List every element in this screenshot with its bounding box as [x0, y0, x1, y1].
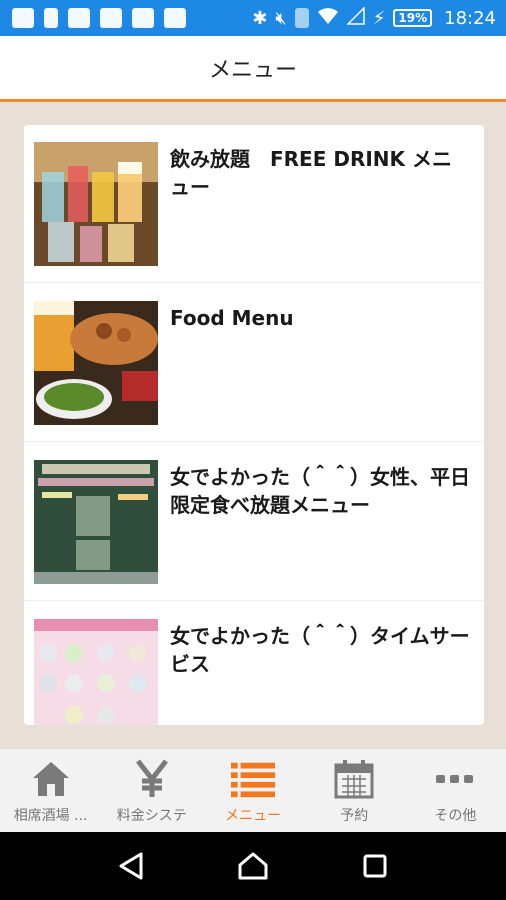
- home-button[interactable]: [231, 844, 275, 888]
- calendar-icon: [332, 757, 376, 801]
- recents-icon: [363, 854, 387, 878]
- nav-home-label: 相席酒場 ...: [13, 808, 88, 824]
- ladies-buffet-thumbnail: [34, 460, 158, 584]
- nav-reservation-label: 予約: [340, 808, 369, 824]
- nav-menu[interactable]: メニュー: [202, 749, 303, 832]
- app2-icon: [164, 8, 186, 28]
- charging-icon: ⚡︎: [372, 7, 386, 29]
- nav-pricing-label: 料金システ: [116, 808, 187, 824]
- image-icon: [68, 8, 90, 28]
- menu-list: 飲み放題 FREE DRINK メニュー Food Menu 女でよかった（＾＾…: [24, 125, 484, 725]
- system-navigation-bar: [0, 832, 506, 900]
- bottom-navigation: 相席酒場 ... 料金システ メニュー 予約 その他: [0, 748, 506, 832]
- menu-item-time-service[interactable]: 女でよかった（＾＾）タイムサービス: [24, 602, 484, 725]
- message-icon: [12, 8, 34, 28]
- list-icon: [231, 757, 275, 801]
- nav-more-label: その他: [434, 808, 477, 824]
- nav-home[interactable]: 相席酒場 ...: [0, 749, 101, 832]
- yen-icon: [130, 757, 174, 801]
- menu-item-title: 女でよかった（＾＾）タイムサービス: [170, 624, 470, 676]
- back-icon: [119, 852, 143, 880]
- menu-item-food[interactable]: Food Menu: [24, 284, 484, 442]
- recents-button[interactable]: [353, 844, 397, 888]
- menu-item-title: 女でよかった（＾＾）女性、平日限定食べ放題メニュー: [170, 465, 470, 517]
- clock: 18:24: [444, 7, 496, 29]
- wifi-icon: [317, 7, 339, 30]
- time-service-thumbnail: [34, 619, 158, 725]
- nav-pricing[interactable]: 料金システ: [101, 749, 202, 832]
- nav-menu-label: メニュー: [225, 808, 281, 824]
- bluetooth-icon: ✱: [252, 7, 268, 29]
- nav-more[interactable]: その他: [405, 749, 506, 832]
- home-icon: [29, 757, 73, 801]
- app-header: メニュー: [0, 36, 506, 102]
- system-icons: ✱ 🔇︎ ⚡︎ 19% 18:24: [252, 5, 506, 30]
- battery-indicator: 19%: [393, 9, 433, 27]
- home-nav-icon: [238, 852, 268, 880]
- nav-reservation[interactable]: 予約: [304, 749, 405, 832]
- keyboard-icon: [132, 8, 154, 28]
- signal-icon: [345, 5, 365, 30]
- sim-icon: [294, 8, 309, 28]
- more-icon: [433, 757, 477, 801]
- mute-icon: 🔇︎: [275, 7, 287, 29]
- status-bar: ✱ 🔇︎ ⚡︎ 19% 18:24: [0, 0, 506, 36]
- menu-item-title: 飲み放題 FREE DRINK メニュー: [170, 147, 452, 199]
- usb-icon: [44, 8, 58, 28]
- back-button[interactable]: [109, 844, 153, 888]
- menu-item-free-drink[interactable]: 飲み放題 FREE DRINK メニュー: [24, 125, 484, 283]
- food-menu-thumbnail: [34, 301, 158, 425]
- free-drink-thumbnail: [34, 142, 158, 266]
- app-icon: [100, 8, 122, 28]
- menu-item-title: Food Menu: [170, 306, 294, 330]
- page-title: メニュー: [208, 57, 297, 83]
- menu-item-ladies-buffet[interactable]: 女でよかった（＾＾）女性、平日限定食べ放題メニュー: [24, 443, 484, 601]
- notification-icons: [0, 8, 186, 28]
